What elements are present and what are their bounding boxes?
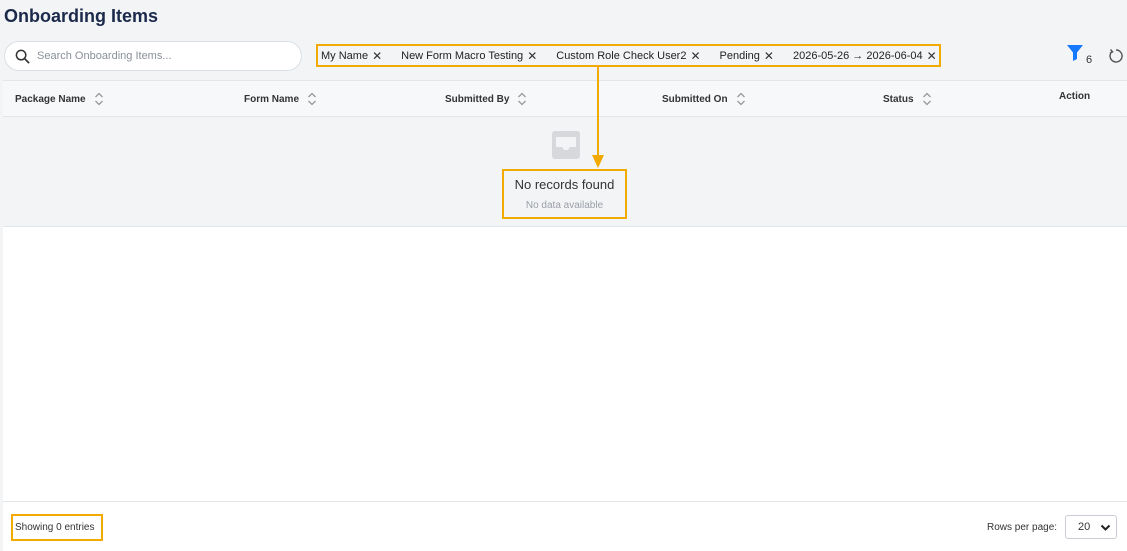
filter-chip: Pending ✕	[720, 50, 774, 62]
search-icon	[15, 49, 30, 63]
refresh-icon	[1109, 49, 1123, 63]
filter-chip-label: Pending	[719, 49, 760, 62]
close-icon[interactable]: ✕	[527, 50, 537, 62]
close-icon[interactable]: ✕	[372, 50, 382, 62]
filter-chip: Custom Role Check User2 ✕	[556, 50, 700, 62]
refresh-button[interactable]	[1108, 48, 1124, 69]
rows-per-page-select[interactable]: 20	[1065, 515, 1117, 539]
empty-state-subtitle: No data available	[525, 200, 604, 211]
sort-icon[interactable]	[736, 91, 746, 107]
filter-chip-label: Custom Role Check User2	[556, 49, 687, 62]
column-header-form-name[interactable]: Form Name	[244, 91, 317, 107]
rows-per-page-value: 20	[1078, 521, 1091, 533]
filter-chip: 2026-05-26 → 2026-06-04 ✕	[793, 50, 937, 62]
sort-icon[interactable]	[922, 91, 932, 107]
close-icon[interactable]: ✕	[927, 50, 937, 62]
filter-chip-label: New Form Macro Testing	[401, 49, 524, 62]
column-header-label: Submitted By	[445, 93, 510, 105]
filter-chip-label: My Name	[321, 49, 369, 62]
column-header-submitted-by[interactable]: Submitted By	[445, 91, 527, 107]
chevron-down-icon	[1100, 524, 1111, 531]
annotation-arrow	[592, 65, 604, 168]
inbox-icon	[552, 131, 580, 159]
search-box[interactable]	[4, 41, 302, 71]
search-input[interactable]	[37, 50, 277, 62]
entries-count: Showing 0 entries	[11, 514, 103, 541]
filter-chip: My Name ✕	[321, 50, 382, 62]
column-header-label: Status	[883, 93, 914, 105]
close-icon[interactable]: ✕	[764, 50, 774, 62]
column-header-action: Action	[1059, 91, 1090, 102]
close-icon[interactable]: ✕	[690, 50, 700, 62]
filter-chip: New Form Macro Testing ✕	[401, 50, 537, 62]
column-header-label: Form Name	[244, 93, 300, 105]
page-title: Onboarding Items	[4, 6, 159, 26]
empty-state-title: No records found	[514, 177, 615, 192]
sort-icon[interactable]	[94, 91, 104, 107]
active-filter-chips: My Name ✕ New Form Macro Testing ✕ Custo…	[316, 44, 941, 67]
filter-count-badge: 6	[1086, 54, 1093, 66]
rows-per-page-label: Rows per page:	[987, 522, 1058, 533]
column-header-package-name[interactable]: Package Name	[15, 91, 104, 107]
column-header-label: Package Name	[15, 93, 86, 105]
column-header-label: Action	[1059, 91, 1091, 102]
sort-icon[interactable]	[307, 91, 317, 107]
table-header: Package Name Form Name Submitted By Subm…	[3, 80, 1127, 117]
empty-state-message: No records found No data available	[502, 169, 627, 219]
column-header-label: Submitted On	[662, 93, 728, 105]
table-body	[3, 227, 1127, 501]
sort-icon[interactable]	[517, 91, 527, 107]
table-footer: Showing 0 entries Rows per page: 20	[3, 501, 1127, 551]
filter-chip-label: 2026-05-26 → 2026-06-04	[792, 49, 923, 62]
column-header-submitted-on[interactable]: Submitted On	[662, 91, 746, 107]
filter-icon	[1067, 45, 1083, 61]
column-header-status[interactable]: Status	[883, 91, 932, 107]
